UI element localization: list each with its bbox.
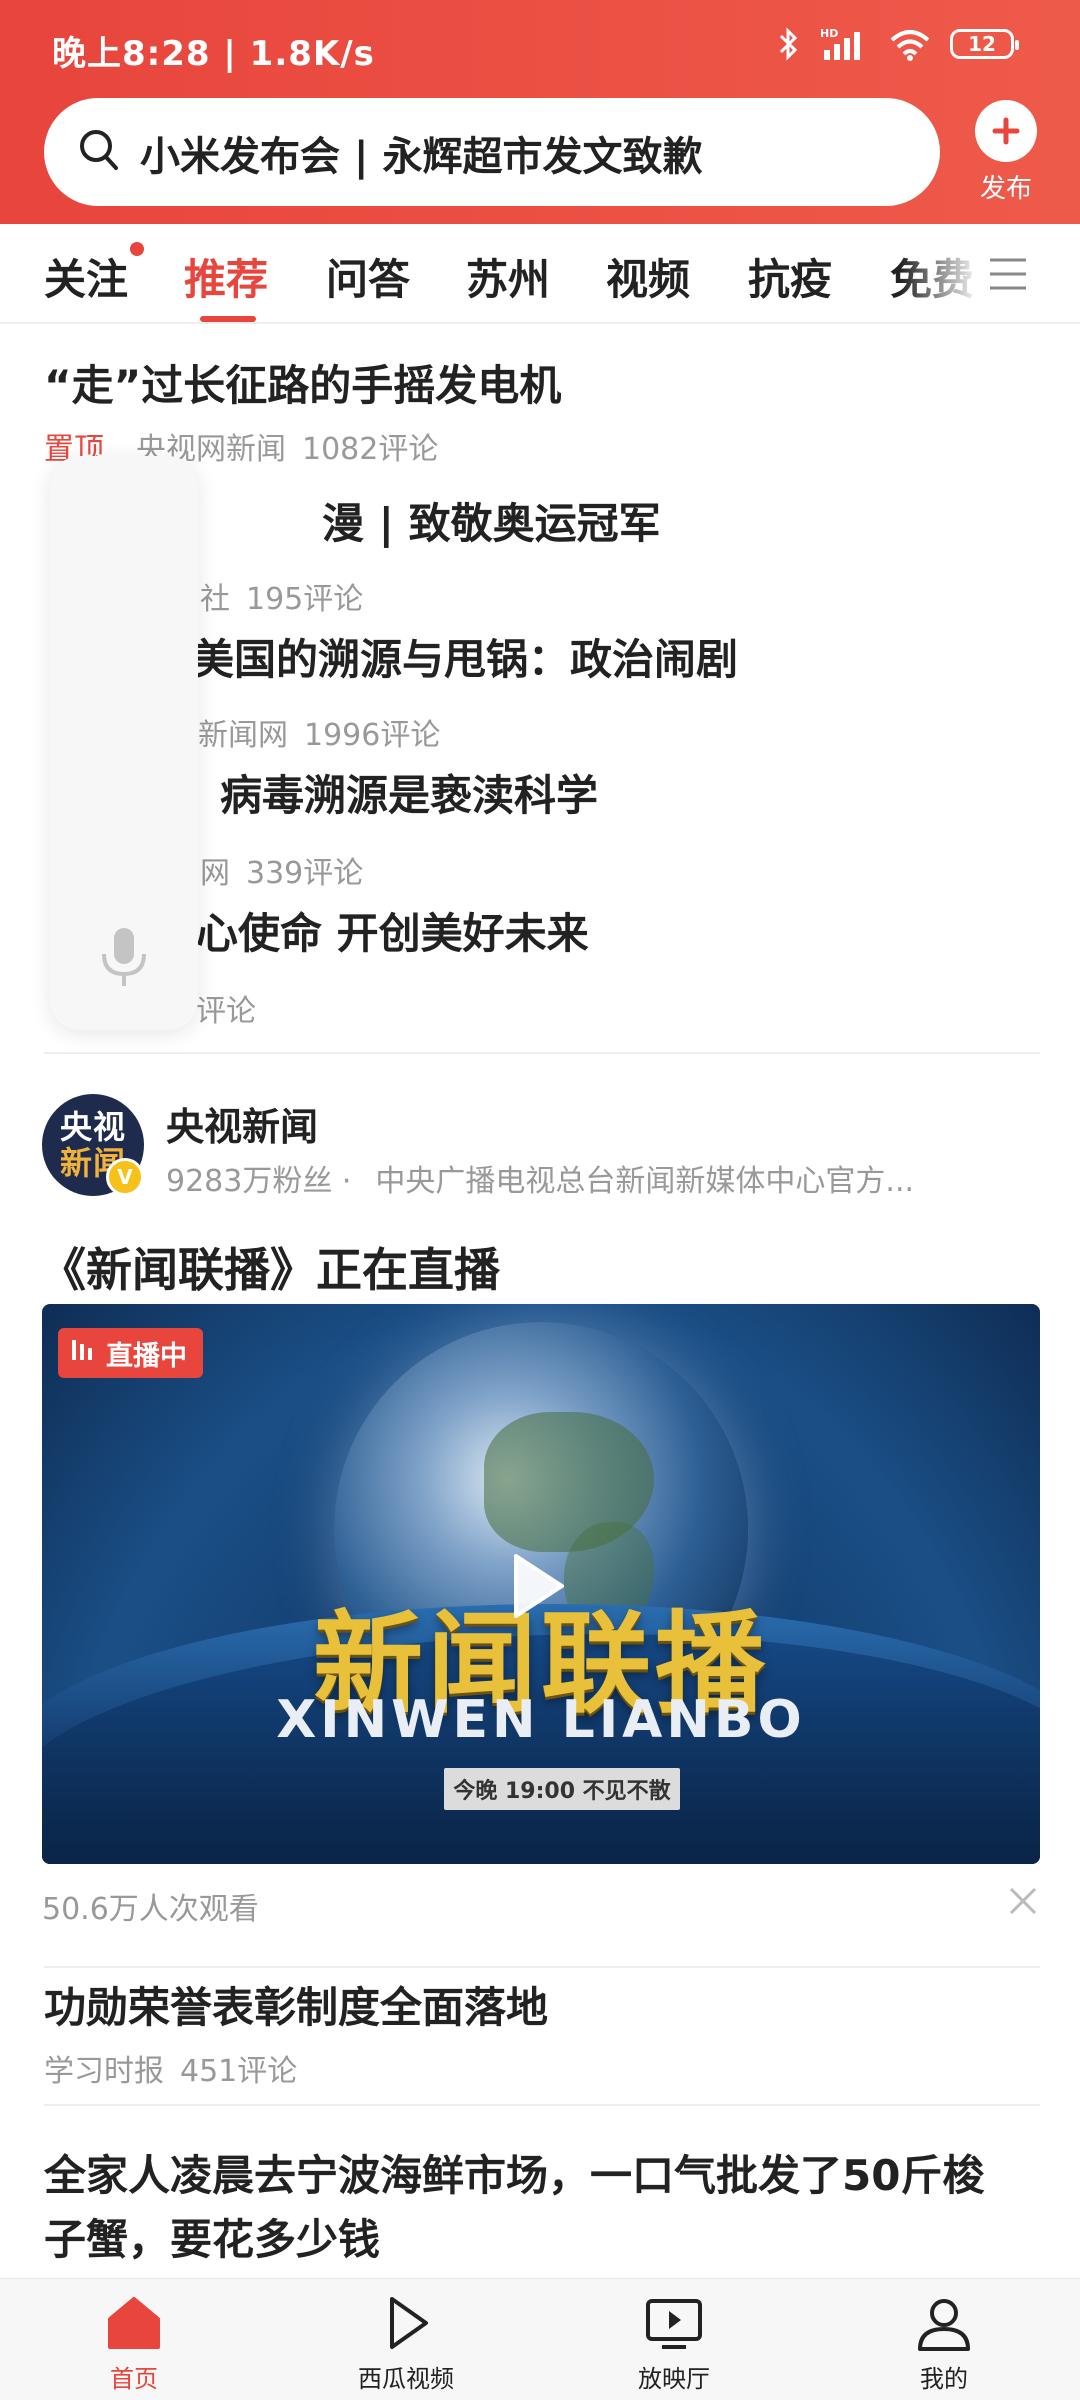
news-title: “走”过长征路的手摇发电机	[44, 361, 562, 410]
avatar[interactable]: 央视 新闻 V	[42, 1094, 144, 1196]
nav-xigua-video[interactable]: 西瓜视频	[326, 2293, 486, 2394]
search-bar[interactable]: 小米发布会 | 永辉超市发文致歉	[44, 98, 940, 206]
bottom-nav: 首页 西瓜视频 放映厅 我的	[0, 2278, 1080, 2400]
account-subtitle: 9283万粉丝 · 中央广播电视总台新闻新媒体中心官方...	[166, 1156, 996, 1200]
news-title: 心使命 开创美好未来	[196, 909, 589, 958]
divider	[44, 1052, 1040, 1054]
news-title: 功勋荣誉表彰制度全面落地	[44, 1983, 549, 2032]
home-icon	[54, 2293, 214, 2353]
nav-mine[interactable]: 我的	[864, 2293, 1024, 2394]
live-bars-icon	[70, 1336, 96, 1371]
nav-home[interactable]: 首页	[54, 2293, 214, 2394]
news-source: 新闻网	[198, 718, 288, 753]
news-source: 网	[200, 856, 230, 891]
news-item[interactable]: “走”过长征路的手摇发电机 置顶 央视网新闻 1082评论	[44, 356, 1044, 468]
account-description: 中央广播电视总台新闻新媒体中心官方...	[375, 1164, 915, 1199]
account-name[interactable]: 央视新闻	[166, 1096, 318, 1151]
news-source: 社	[200, 582, 230, 617]
account-followers: 9283万粉丝 ·	[166, 1164, 352, 1199]
search-query-text[interactable]: 小米发布会 | 永辉超市发文致歉	[140, 124, 702, 182]
battery-indicator: 12	[950, 29, 1019, 59]
active-tab-indicator	[200, 316, 256, 322]
app-header: 晚上8:28 | 1.8K/s HD 12 小米发布会 | 永辉超市发文致歉 发…	[0, 0, 1080, 224]
news-comments: 1996评论	[304, 718, 441, 753]
news-meta: 社 195评论	[200, 574, 363, 618]
news-comments: 451评论	[180, 2054, 298, 2089]
news-meta: 评论	[196, 986, 256, 1030]
publish-label: 发布	[979, 174, 1032, 204]
status-bar: 晚上8:28 | 1.8K/s HD 12	[0, 0, 1080, 96]
tab-suzhou[interactable]: 苏州	[466, 246, 550, 307]
search-icon	[78, 128, 122, 178]
news-meta: 网 339评论	[200, 848, 363, 892]
video-schedule: 今晚 19:00 不见不散	[444, 1768, 680, 1810]
news-meta: 新闻网 1996评论	[198, 710, 440, 754]
divider	[44, 1966, 1040, 1968]
news-item[interactable]: 漫 | 致敬奥运冠军	[322, 494, 1022, 554]
news-meta: 置顶 央视网新闻 1082评论	[44, 424, 1044, 468]
news-comments: 339评论	[246, 856, 364, 891]
user-icon	[864, 2293, 1024, 2353]
view-count: 50.6万人次观看	[42, 1892, 259, 1927]
live-badge: 直播中	[58, 1328, 203, 1378]
play-icon	[326, 2293, 486, 2353]
tab-qa[interactable]: 问答	[326, 246, 410, 307]
tv-icon	[594, 2293, 754, 2353]
live-video-player[interactable]: 新闻联播 XINWEN LIANBO 今晚 19:00 不见不散 直播中	[42, 1304, 1040, 1864]
tab-video[interactable]: 视频	[606, 246, 690, 307]
publish-button[interactable]: 发布	[968, 100, 1044, 205]
news-title-line2: 子蟹，要花多少钱	[44, 2215, 381, 2264]
nav-mine-label: 我的	[920, 2365, 968, 2393]
live-badge-label: 直播中	[106, 1340, 187, 1372]
status-time: 晚上8:28 | 1.8K/s	[52, 34, 375, 74]
live-title[interactable]: 《新闻联播》正在直播	[40, 1234, 500, 1300]
news-item[interactable]: 全家人凌晨去宁波海鲜市场，一口气批发了50斤梭 子蟹，要花多少钱	[44, 2144, 1044, 2272]
news-item[interactable]: 功勋荣誉表彰制度全面落地 学习时报 451评论	[44, 1978, 1044, 2090]
tab-recommend[interactable]: 推荐	[184, 246, 268, 307]
verified-badge-icon: V	[106, 1158, 144, 1196]
bluetooth-icon	[778, 26, 800, 62]
voice-search-panel[interactable]	[50, 456, 198, 1030]
news-title: 病毒溯源是亵渎科学	[220, 771, 599, 820]
news-title-line1: 全家人凌晨去宁波海鲜市场，一口气批发了50斤梭	[44, 2151, 985, 2200]
news-item[interactable]: 病毒溯源是亵渎科学	[220, 766, 1040, 826]
signal-icon: HD	[818, 26, 870, 62]
channel-tabs: 关注 推荐 问答 苏州 视频 抗疫 免费	[0, 224, 1080, 324]
news-comments: 评论	[196, 994, 256, 1029]
news-item[interactable]: 心使命 开创美好未来	[196, 904, 1036, 964]
plus-icon	[975, 100, 1037, 162]
news-meta: 学习时报 451评论	[44, 2046, 1044, 2090]
tab-follow-dot	[130, 242, 144, 256]
close-icon[interactable]	[1008, 1886, 1038, 1920]
menu-icon[interactable]	[986, 254, 1030, 298]
nav-theater[interactable]: 放映厅	[594, 2293, 754, 2394]
news-title: 美国的溯源与甩锅：政治闹剧	[192, 635, 739, 684]
news-title: 漫 | 致敬奥运冠军	[322, 499, 661, 548]
avatar-text-line1: 央视	[59, 1108, 126, 1146]
nav-xigua-video-label: 西瓜视频	[358, 2365, 454, 2393]
nav-theater-label: 放映厅	[638, 2365, 710, 2393]
nav-home-label: 首页	[110, 2365, 158, 2393]
video-title-english: XINWEN LIANBO	[276, 1690, 806, 1750]
divider	[44, 2104, 1040, 2106]
tab-antiepidemic[interactable]: 抗疫	[748, 246, 832, 307]
news-item[interactable]: 美国的溯源与甩锅：政治闹剧	[192, 630, 1032, 690]
status-icons: HD 12	[778, 26, 1019, 62]
news-comments: 195评论	[246, 582, 364, 617]
network-hd-text: HD	[820, 27, 838, 40]
tab-follow[interactable]: 关注	[44, 246, 128, 307]
microphone-icon[interactable]	[98, 926, 150, 992]
wifi-icon	[888, 26, 932, 62]
news-source: 学习时报	[44, 2054, 164, 2089]
play-icon[interactable]	[482, 1536, 582, 1640]
news-comments: 1082评论	[302, 432, 439, 467]
